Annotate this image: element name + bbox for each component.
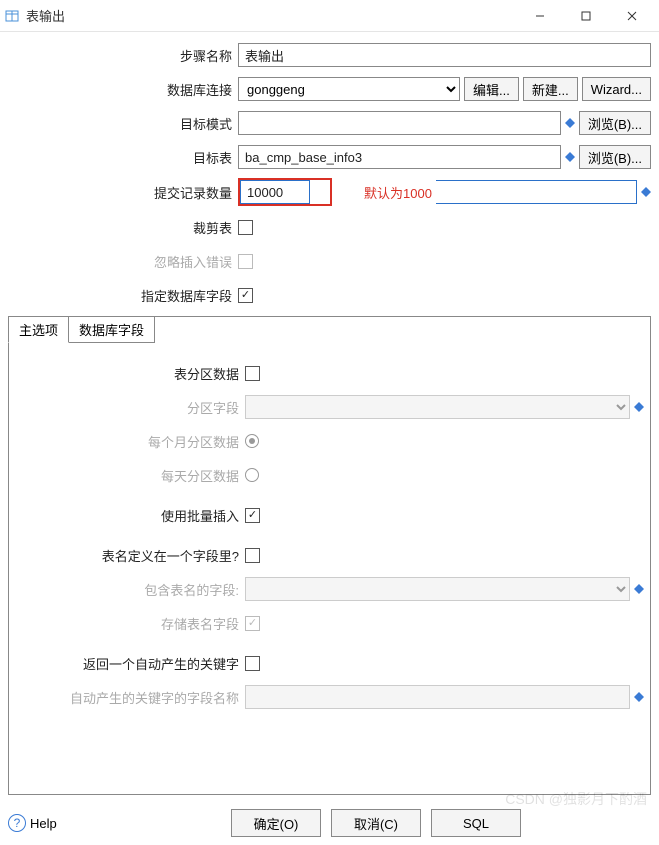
partition-data-label: 表分区数据 — [15, 364, 245, 383]
commit-highlight — [238, 178, 332, 206]
window-title: 表输出 — [26, 6, 517, 25]
name-in-field-label: 表名定义在一个字段里? — [15, 546, 245, 565]
new-button[interactable]: 新建... — [523, 77, 578, 101]
variable-icon — [565, 152, 575, 162]
ok-button[interactable]: 确定(O) — [231, 809, 321, 837]
field-with-name-select — [245, 577, 630, 601]
db-connection-select[interactable]: gonggeng — [238, 77, 460, 101]
footer: ? Help 确定(O) 取消(C) SQL — [0, 803, 659, 845]
commit-annotation: 默认为1000 — [364, 183, 432, 202]
specify-fields-label: 指定数据库字段 — [8, 286, 238, 305]
partition-daily-label: 每天分区数据 — [15, 466, 245, 485]
partition-monthly-label: 每个月分区数据 — [15, 432, 245, 451]
variable-icon — [641, 187, 651, 197]
tab-row: 主选项 数据库字段 — [8, 316, 649, 343]
return-keys-checkbox[interactable] — [245, 656, 260, 671]
field-with-name-label: 包含表名的字段: — [15, 580, 245, 599]
top-form: 步骤名称 数据库连接 gonggeng 编辑... 新建... Wizard..… — [0, 32, 659, 316]
tab-container: 主选项 数据库字段 表分区数据 分区字段 每个月分区数据 每天分区数据 使用批量… — [8, 316, 651, 795]
partition-field-label: 分区字段 — [15, 398, 245, 417]
browse-table-button[interactable]: 浏览(B)... — [579, 145, 651, 169]
specify-fields-checkbox[interactable]: ✓ — [238, 288, 253, 303]
step-name-input[interactable] — [238, 43, 651, 67]
cancel-button[interactable]: 取消(C) — [331, 809, 421, 837]
help-button[interactable]: ? Help — [8, 814, 57, 832]
partition-data-checkbox[interactable] — [245, 366, 260, 381]
sql-button[interactable]: SQL — [431, 809, 521, 837]
target-schema-label: 目标模式 — [8, 114, 238, 133]
partition-monthly-radio — [245, 434, 259, 448]
target-table-input[interactable] — [238, 145, 561, 169]
variable-icon — [634, 402, 644, 412]
title-bar: 表输出 — [0, 0, 659, 32]
help-label: Help — [30, 816, 57, 831]
variable-icon — [634, 692, 644, 702]
ignore-errors-checkbox — [238, 254, 253, 269]
db-connection-label: 数据库连接 — [8, 80, 238, 99]
ignore-errors-label: 忽略插入错误 — [8, 252, 238, 271]
store-name-field-checkbox: ✓ — [245, 616, 260, 631]
target-table-label: 目标表 — [8, 148, 238, 167]
name-in-field-checkbox[interactable] — [245, 548, 260, 563]
maximize-button[interactable] — [563, 1, 609, 31]
partition-daily-radio — [245, 468, 259, 482]
table-output-icon — [4, 8, 20, 24]
commit-size-input[interactable] — [240, 180, 310, 204]
variable-icon — [634, 584, 644, 594]
tab-main-body: 表分区数据 分区字段 每个月分区数据 每天分区数据 使用批量插入 ✓ 表名定义在… — [9, 344, 650, 794]
use-batch-label: 使用批量插入 — [15, 506, 245, 525]
help-icon: ? — [8, 814, 26, 832]
wizard-button[interactable]: Wizard... — [582, 77, 651, 101]
target-schema-input[interactable] — [238, 111, 561, 135]
commit-field-extent — [436, 180, 637, 204]
edit-button[interactable]: 编辑... — [464, 77, 519, 101]
tab-main[interactable]: 主选项 — [8, 316, 69, 343]
partition-field-select — [245, 395, 630, 419]
tab-fields[interactable]: 数据库字段 — [68, 316, 155, 343]
truncate-checkbox[interactable] — [238, 220, 253, 235]
store-name-field-label: 存储表名字段 — [15, 614, 245, 633]
autogen-key-field-input — [245, 685, 630, 709]
step-name-label: 步骤名称 — [8, 46, 238, 65]
autogen-key-field-label: 自动产生的关键字的字段名称 — [15, 688, 245, 707]
browse-schema-button[interactable]: 浏览(B)... — [579, 111, 651, 135]
close-button[interactable] — [609, 1, 655, 31]
truncate-label: 裁剪表 — [8, 218, 238, 237]
return-keys-label: 返回一个自动产生的关键字 — [15, 654, 245, 673]
use-batch-checkbox[interactable]: ✓ — [245, 508, 260, 523]
commit-size-label: 提交记录数量 — [8, 183, 238, 202]
variable-icon — [565, 118, 575, 128]
minimize-button[interactable] — [517, 1, 563, 31]
